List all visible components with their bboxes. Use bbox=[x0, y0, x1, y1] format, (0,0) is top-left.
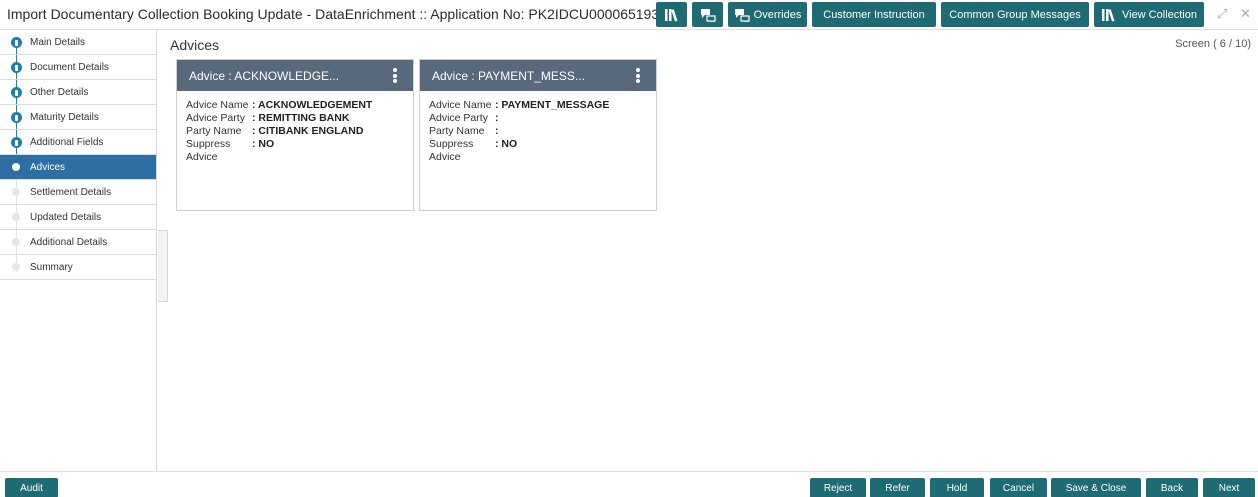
sidebar-item-label: Other Details bbox=[30, 86, 89, 98]
sidebar-item-label: Updated Details bbox=[30, 211, 102, 223]
step-complete-icon bbox=[11, 62, 22, 73]
advice-card: Advice : PAYMENT_MESS... Advice Name: PA… bbox=[419, 59, 657, 211]
sidebar-item-label: Maturity Details bbox=[30, 111, 99, 123]
back-button[interactable]: Back bbox=[1146, 478, 1198, 497]
page-title: Advices bbox=[170, 37, 220, 53]
sidebar-item-label: Main Details bbox=[30, 36, 86, 48]
sidebar-item-settlement-details[interactable]: Settlement Details bbox=[0, 180, 156, 205]
step-complete-icon bbox=[11, 137, 22, 148]
customer-instruction-button[interactable]: Customer Instruction bbox=[812, 2, 936, 27]
party-name-value: : CITIBANK ENGLAND bbox=[252, 125, 364, 137]
advice-card-header: Advice : ACKNOWLEDGE... bbox=[177, 60, 413, 91]
overrides-icon bbox=[734, 8, 750, 22]
hold-button[interactable]: Hold bbox=[930, 478, 984, 497]
overrides-label: Overrides bbox=[753, 8, 802, 21]
view-collection-label: View Collection bbox=[1121, 8, 1197, 21]
step-pending-icon bbox=[12, 213, 20, 221]
step-navigation: Main Details Document Details Other Deta… bbox=[0, 30, 157, 471]
common-group-messages-button[interactable]: Common Group Messages bbox=[941, 2, 1089, 27]
sidebar-item-label: Settlement Details bbox=[30, 186, 112, 198]
suppress-label-cont: Advice bbox=[186, 151, 218, 163]
window-title: Import Documentary Collection Booking Up… bbox=[7, 6, 660, 22]
sidebar-item-updated-details[interactable]: Updated Details bbox=[0, 205, 156, 230]
app-window: Import Documentary Collection Booking Up… bbox=[0, 0, 1258, 497]
party-name-label: Party Name bbox=[429, 125, 485, 137]
library-button[interactable] bbox=[656, 2, 687, 27]
maximize-icon[interactable]: ⤢ bbox=[1217, 6, 1227, 22]
sidebar-item-other-details[interactable]: Other Details bbox=[0, 80, 156, 105]
advice-party-label: Advice Party bbox=[186, 112, 245, 124]
cancel-button[interactable]: Cancel bbox=[990, 478, 1047, 497]
suppress-value: : NO bbox=[252, 138, 275, 150]
suppress-label: Suppress bbox=[429, 138, 474, 150]
more-options-icon[interactable] bbox=[393, 68, 397, 83]
sidebar-item-label: Advices bbox=[30, 161, 66, 173]
next-button[interactable]: Next bbox=[1203, 478, 1255, 497]
suppress-label: Suppress bbox=[186, 138, 231, 150]
step-pending-icon bbox=[12, 188, 20, 196]
screen-indicator: Screen ( 6 / 10) bbox=[1175, 38, 1251, 50]
sidebar-item-additional-fields[interactable]: Additional Fields bbox=[0, 130, 156, 155]
advice-party-value: : REMITTING BANK bbox=[252, 112, 350, 124]
advice-card-title: Advice : ACKNOWLEDGE... bbox=[189, 68, 340, 83]
party-name-value: : bbox=[495, 125, 499, 137]
step-complete-icon bbox=[11, 112, 22, 123]
step-complete-icon bbox=[11, 87, 22, 98]
footer-bar: Audit Reject Refer Hold Cancel Save & Cl… bbox=[0, 471, 1258, 497]
sidebar-item-additional-details[interactable]: Additional Details bbox=[0, 230, 156, 255]
refer-button[interactable]: Refer bbox=[870, 478, 925, 497]
advice-card-body: Advice Name: ACKNOWLEDGEMENT Advice Part… bbox=[177, 91, 413, 164]
sidebar-item-label: Additional Details bbox=[30, 236, 108, 248]
sidebar-item-label: Document Details bbox=[30, 61, 109, 73]
advice-name-label: Advice Name bbox=[429, 99, 492, 111]
advice-party-value: : bbox=[495, 112, 499, 124]
step-pending-icon bbox=[12, 238, 20, 246]
advice-name-label: Advice Name bbox=[186, 99, 249, 111]
suppress-value: : NO bbox=[495, 138, 518, 150]
reject-button[interactable]: Reject bbox=[810, 478, 866, 497]
header-bar: Import Documentary Collection Booking Up… bbox=[0, 0, 1258, 30]
save-close-button[interactable]: Save & Close bbox=[1051, 478, 1141, 497]
advice-card-title: Advice : PAYMENT_MESS... bbox=[432, 68, 585, 83]
customer-instruction-label: Customer Instruction bbox=[823, 8, 925, 21]
common-group-messages-label: Common Group Messages bbox=[949, 8, 1081, 21]
overrides-button[interactable]: Overrides bbox=[728, 2, 807, 27]
advice-party-label: Advice Party bbox=[429, 112, 488, 124]
more-options-icon[interactable] bbox=[636, 68, 640, 83]
advice-card: Advice : ACKNOWLEDGE... Advice Name: ACK… bbox=[176, 59, 414, 211]
sidebar-item-summary[interactable]: Summary bbox=[0, 255, 156, 280]
audit-button[interactable]: Audit bbox=[5, 478, 58, 497]
step-pending-icon bbox=[12, 263, 20, 271]
sidebar-item-document-details[interactable]: Document Details bbox=[0, 55, 156, 80]
sidebar-item-advices[interactable]: Advices bbox=[0, 155, 156, 180]
sidebar-resize-handle[interactable] bbox=[158, 230, 168, 302]
suppress-label-cont: Advice bbox=[429, 151, 461, 163]
library-icon bbox=[1101, 8, 1117, 22]
sidebar-item-label: Summary bbox=[30, 261, 73, 273]
advice-name-value: : ACKNOWLEDGEMENT bbox=[252, 99, 373, 111]
sidebar-item-main-details[interactable]: Main Details bbox=[0, 30, 156, 55]
advice-card-body: Advice Name: PAYMENT_MESSAGE Advice Part… bbox=[420, 91, 656, 164]
library-icon bbox=[664, 8, 680, 22]
chat-button[interactable] bbox=[692, 2, 723, 27]
step-current-icon bbox=[12, 163, 20, 171]
advice-card-header: Advice : PAYMENT_MESS... bbox=[420, 60, 656, 91]
step-complete-icon bbox=[11, 37, 22, 48]
close-icon[interactable]: ✕ bbox=[1240, 6, 1251, 22]
advice-name-value: : PAYMENT_MESSAGE bbox=[495, 99, 610, 111]
sidebar-item-label: Additional Fields bbox=[30, 136, 104, 148]
view-collection-button[interactable]: View Collection bbox=[1094, 2, 1204, 27]
chat-icon bbox=[700, 8, 716, 22]
sidebar-item-maturity-details[interactable]: Maturity Details bbox=[0, 105, 156, 130]
party-name-label: Party Name bbox=[186, 125, 242, 137]
